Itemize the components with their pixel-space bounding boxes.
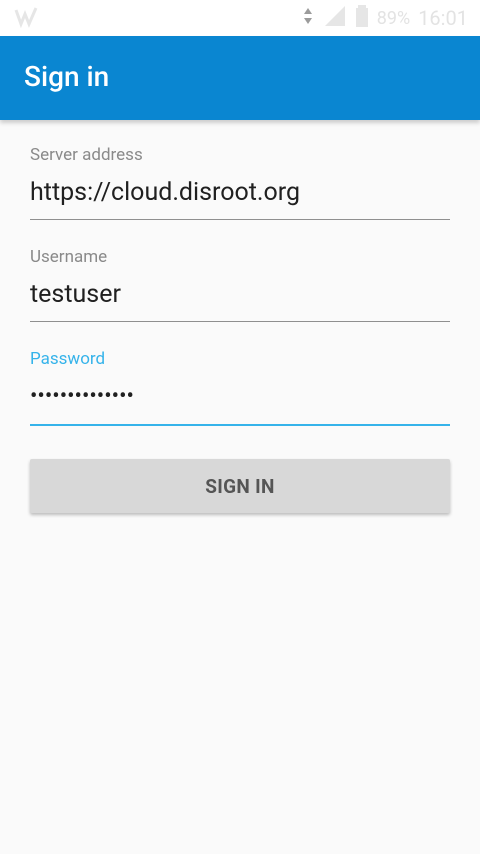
server-address-label: Server address [30, 145, 143, 165]
password-field[interactable]: Password •••••••••••••• [30, 349, 450, 426]
username-input[interactable]: testuser [30, 279, 450, 311]
signal-icon [323, 4, 347, 32]
status-bar: 89% 16:01 [0, 0, 480, 36]
server-address-input[interactable]: https://cloud.disroot.org [30, 177, 450, 209]
password-input[interactable]: •••••••••••••• [30, 381, 450, 413]
username-label: Username [30, 247, 108, 267]
password-label: Password [30, 349, 106, 369]
app-bar: Sign in [0, 36, 480, 120]
password-underline [30, 424, 450, 426]
page-title: Sign in [24, 60, 110, 93]
clock: 16:01 [418, 6, 468, 30]
server-address-underline [30, 219, 450, 220]
app-notification-icon [14, 6, 40, 32]
battery-icon [355, 4, 369, 32]
username-underline [30, 321, 450, 322]
battery-percent: 89% [376, 7, 411, 29]
server-address-field[interactable]: Server address https://cloud.disroot.org [30, 145, 450, 220]
sign-in-button[interactable]: SIGN IN [30, 459, 450, 513]
data-activity-icon [301, 4, 315, 32]
username-field[interactable]: Username testuser [30, 247, 450, 322]
